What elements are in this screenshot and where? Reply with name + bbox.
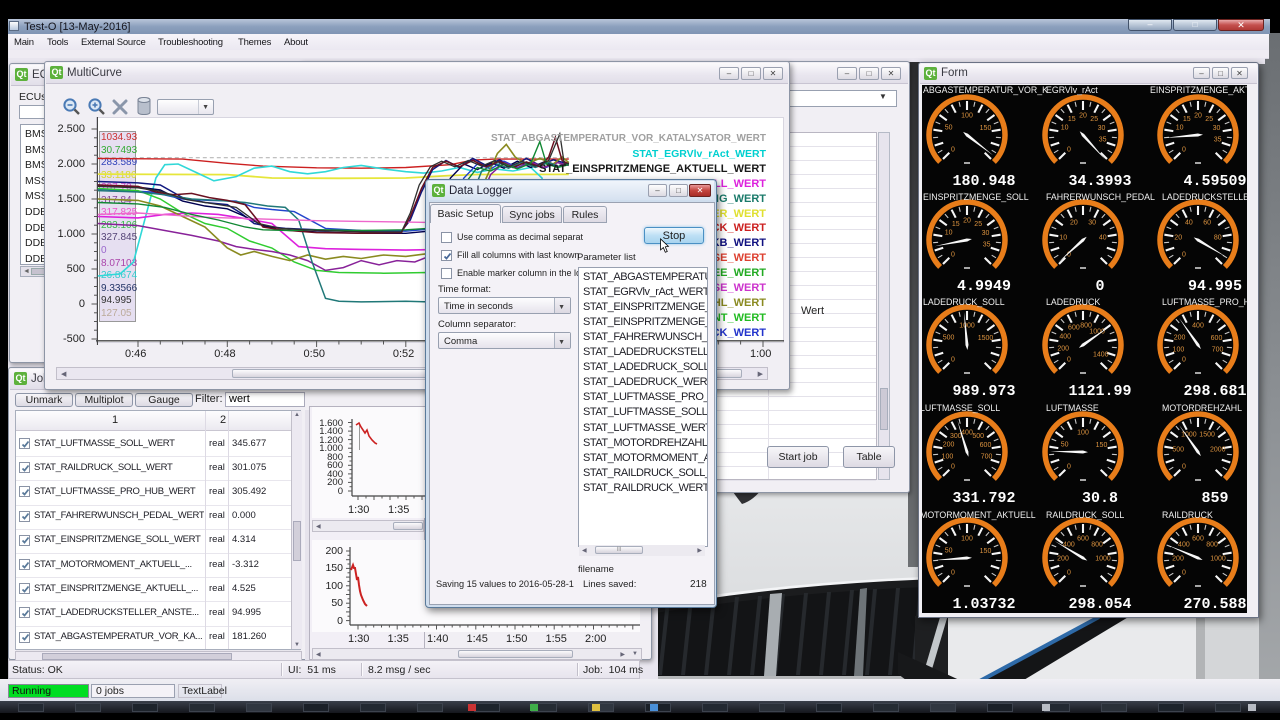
- svg-text:100: 100: [961, 113, 973, 120]
- svg-text:150: 150: [1096, 442, 1108, 449]
- svg-text:0: 0: [1182, 147, 1186, 154]
- svg-text:600: 600: [1077, 536, 1089, 543]
- svg-text:50: 50: [945, 548, 953, 555]
- svg-text:100: 100: [1077, 430, 1089, 437]
- svg-text:0: 0: [951, 570, 955, 577]
- svg-text:150: 150: [980, 125, 992, 132]
- svg-text:700: 700: [981, 453, 993, 460]
- svg-text:30: 30: [1213, 125, 1221, 132]
- svg-text:200: 200: [943, 442, 955, 449]
- svg-text:200: 200: [1174, 335, 1186, 342]
- svg-text:15: 15: [1068, 116, 1076, 123]
- svg-text:25: 25: [1090, 116, 1098, 123]
- svg-text:35: 35: [1099, 136, 1107, 143]
- svg-text:2000: 2000: [1210, 446, 1226, 453]
- svg-text:600: 600: [980, 442, 992, 449]
- svg-text:600: 600: [1068, 325, 1080, 332]
- svg-text:10: 10: [1176, 125, 1184, 132]
- svg-text:0: 0: [1182, 570, 1186, 577]
- svg-text:15: 15: [1183, 116, 1191, 123]
- svg-text:1500: 1500: [1199, 432, 1215, 439]
- svg-text:15: 15: [952, 221, 960, 228]
- svg-text:1000: 1000: [959, 323, 975, 330]
- svg-text:0: 0: [951, 252, 955, 259]
- svg-text:60: 60: [1203, 220, 1211, 227]
- svg-text:10: 10: [945, 230, 953, 237]
- svg-text:500: 500: [943, 335, 955, 342]
- svg-text:35: 35: [983, 241, 991, 248]
- svg-text:500: 500: [972, 433, 984, 440]
- svg-text:0: 0: [1067, 464, 1071, 471]
- svg-text:400: 400: [961, 430, 973, 437]
- svg-text:150: 150: [980, 548, 992, 555]
- svg-text:800: 800: [1091, 541, 1103, 548]
- svg-text:20: 20: [1070, 220, 1078, 227]
- svg-text:0: 0: [1182, 464, 1186, 471]
- svg-text:40: 40: [1185, 220, 1193, 227]
- svg-text:40: 40: [1099, 234, 1107, 241]
- svg-text:0: 0: [951, 147, 955, 154]
- svg-text:0: 0: [1067, 147, 1071, 154]
- svg-text:1500: 1500: [978, 335, 994, 342]
- svg-text:80: 80: [1214, 234, 1222, 241]
- svg-text:200: 200: [1057, 346, 1069, 353]
- svg-text:300: 300: [950, 433, 962, 440]
- svg-text:50: 50: [945, 125, 953, 132]
- svg-text:25: 25: [1205, 116, 1213, 123]
- svg-text:1000: 1000: [1095, 556, 1111, 563]
- svg-text:200: 200: [1057, 556, 1069, 563]
- svg-text:20: 20: [1174, 234, 1182, 241]
- svg-text:0: 0: [1182, 357, 1186, 364]
- svg-text:100: 100: [942, 453, 954, 460]
- svg-text:10: 10: [1061, 125, 1069, 132]
- svg-text:20: 20: [1194, 113, 1202, 120]
- svg-text:400: 400: [1192, 323, 1204, 330]
- svg-text:0: 0: [951, 357, 955, 364]
- svg-text:30: 30: [1098, 125, 1106, 132]
- svg-text:20: 20: [1079, 113, 1087, 120]
- svg-text:1400: 1400: [1093, 352, 1109, 359]
- svg-text:0: 0: [951, 464, 955, 471]
- svg-text:500: 500: [1172, 446, 1184, 453]
- svg-text:700: 700: [1212, 346, 1224, 353]
- svg-text:25: 25: [974, 221, 982, 228]
- svg-text:1000: 1000: [1181, 432, 1197, 439]
- svg-text:10: 10: [1059, 234, 1067, 241]
- svg-text:20: 20: [963, 218, 971, 225]
- svg-text:400: 400: [1178, 541, 1190, 548]
- svg-text:0: 0: [1067, 570, 1071, 577]
- svg-text:35: 35: [1214, 136, 1222, 143]
- svg-text:400: 400: [1059, 333, 1071, 340]
- svg-text:100: 100: [961, 536, 973, 543]
- svg-text:200: 200: [1172, 556, 1184, 563]
- svg-text:100: 100: [1173, 346, 1185, 353]
- svg-text:600: 600: [1211, 335, 1223, 342]
- svg-text:1000: 1000: [1210, 556, 1226, 563]
- svg-text:30: 30: [1088, 220, 1096, 227]
- svg-text:600: 600: [1192, 536, 1204, 543]
- svg-text:800: 800: [1206, 541, 1218, 548]
- svg-text:0: 0: [1067, 357, 1071, 364]
- svg-text:50: 50: [1061, 442, 1069, 449]
- svg-text:0: 0: [1182, 252, 1186, 259]
- svg-text:30: 30: [982, 230, 990, 237]
